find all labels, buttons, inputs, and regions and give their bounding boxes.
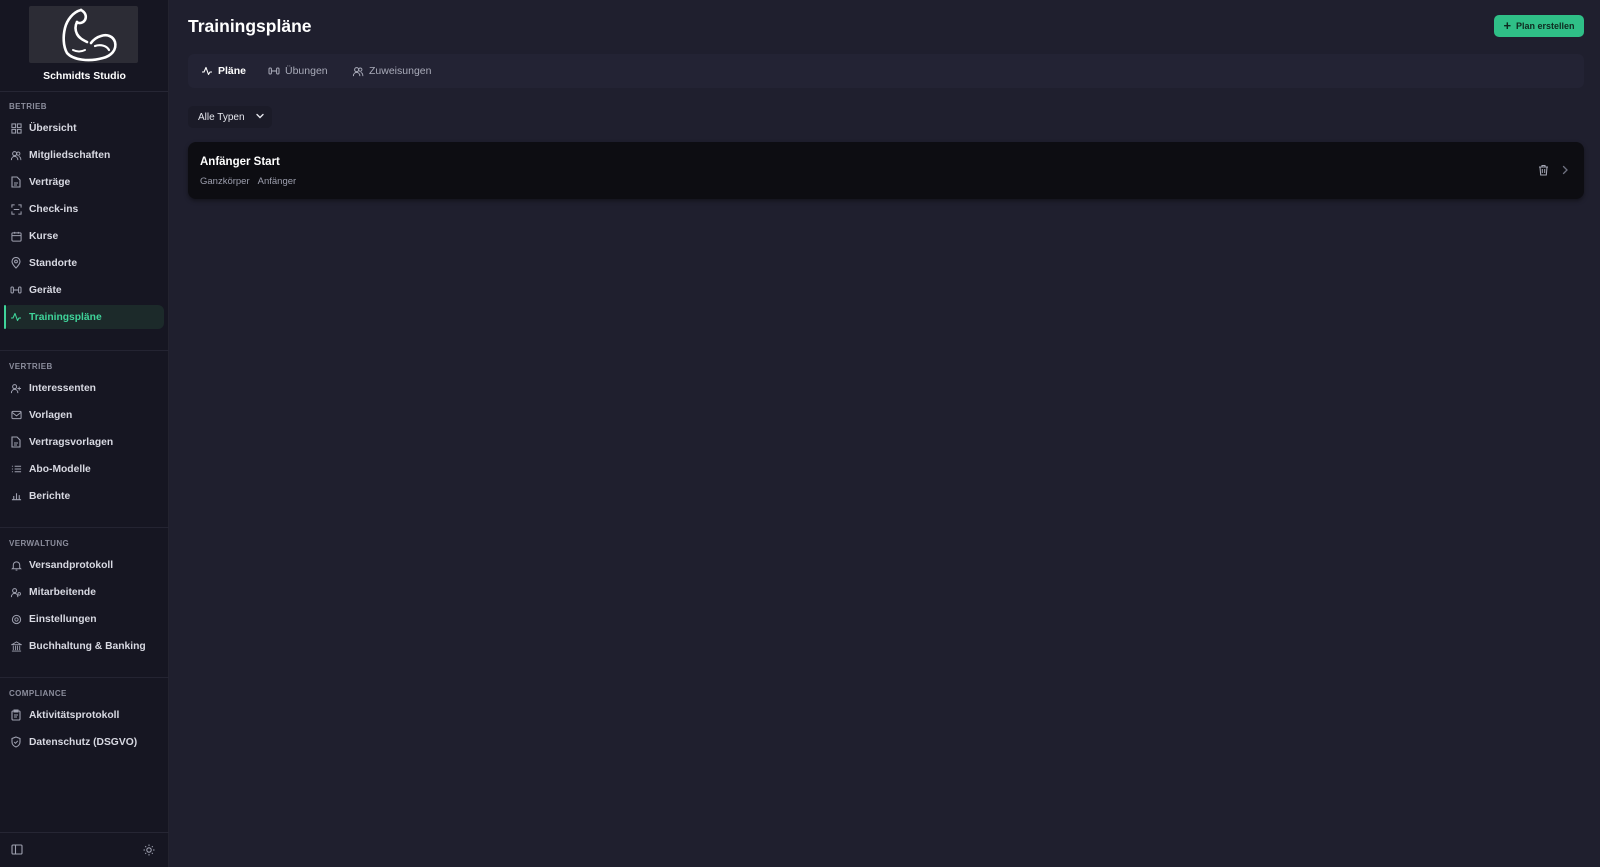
tab-uebungen[interactable]: Übungen — [268, 54, 328, 88]
clipboard-icon — [10, 709, 22, 721]
page-title: Trainingspläne — [188, 16, 312, 36]
user-plus-icon — [10, 382, 22, 394]
plan-tag: Ganzkörper — [200, 176, 250, 187]
brand-logo[interactable] — [29, 6, 138, 63]
flexed-arm-icon — [62, 8, 117, 62]
calendar-icon — [10, 230, 22, 242]
section-label-verwaltung: VERWALTUNG — [9, 539, 70, 548]
dumbbell-icon — [268, 65, 280, 77]
sidebar-item-trainingsplaene[interactable]: Trainingspläne — [4, 305, 164, 329]
settings-icon — [10, 613, 22, 625]
sidebar-item-label: Mitgliedschaften — [29, 149, 111, 161]
brand-name: Schmidts Studio — [43, 70, 126, 82]
create-plan-button[interactable]: + Plan erstellen — [1494, 15, 1584, 37]
activity-icon — [10, 311, 22, 323]
bar-chart-icon — [10, 490, 22, 502]
tab-label: Pläne — [218, 65, 247, 77]
tab-label: Übungen — [285, 65, 328, 77]
grid-icon — [10, 122, 22, 134]
sidebar-item-label: Buchhaltung & Banking — [29, 640, 146, 652]
sidebar-item-label: Berichte — [29, 490, 71, 502]
file-icon — [10, 176, 22, 188]
sidebar-item-label: Vertragsvorlagen — [29, 436, 114, 448]
sidebar-toggle-icon[interactable] — [11, 844, 23, 856]
scan-icon — [10, 203, 22, 215]
section-label-compliance: COMPLIANCE — [9, 689, 67, 698]
plan-tags: Ganzkörper Anfänger — [200, 176, 296, 187]
dumbbell-icon — [10, 284, 22, 296]
map-pin-icon — [10, 257, 22, 269]
sidebar-item-label: Kurse — [29, 230, 59, 242]
sidebar-item-mitarbeitende[interactable]: Mitarbeitende — [4, 580, 164, 604]
sidebar-item-label: Vorlagen — [29, 409, 73, 421]
sidebar-divider — [0, 527, 169, 528]
chevron-right-icon[interactable] — [1560, 164, 1572, 176]
sidebar-item-label: Trainingspläne — [29, 311, 102, 323]
sidebar-item-label: Geräte — [29, 284, 62, 296]
sidebar-item-einstellungen[interactable]: Einstellungen — [4, 607, 164, 631]
sidebar-item-label: Datenschutz (DSGVO) — [29, 736, 138, 748]
sidebar-item-label: Check-ins — [29, 203, 79, 215]
sidebar-item-label: Aktivitätsprotokoll — [29, 709, 120, 721]
sidebar-item-geraete[interactable]: Geräte — [4, 278, 164, 302]
sun-icon[interactable] — [143, 844, 155, 856]
list-icon — [10, 463, 22, 475]
plus-icon: + — [1503, 18, 1512, 33]
sidebar-item-berichte[interactable]: Berichte — [4, 484, 164, 508]
trash-icon[interactable] — [1538, 164, 1550, 176]
type-filter-select[interactable]: Alle Typen — [188, 106, 272, 128]
file-icon — [10, 436, 22, 448]
brand: Schmidts Studio — [0, 0, 168, 92]
tab-label: Zuweisungen — [369, 65, 432, 77]
main-content: Trainingspläne + Plan erstellen Pläne Üb… — [169, 0, 1600, 867]
sidebar-item-aktivitaetsprotokoll[interactable]: Aktivitätsprotokoll — [4, 703, 164, 727]
tab-plaene[interactable]: Pläne — [201, 54, 246, 88]
sidebar-item-standorte[interactable]: Standorte — [4, 251, 164, 275]
plan-tag: Anfänger — [257, 176, 297, 187]
users-icon — [10, 149, 22, 161]
sidebar-divider — [0, 350, 169, 351]
tab-zuweisungen[interactable]: Zuweisungen — [352, 54, 431, 88]
sidebar-item-label: Übersicht — [29, 122, 77, 134]
plan-name: Anfänger Start — [200, 156, 280, 168]
plan-card[interactable]: Anfänger Start Ganzkörper Anfänger — [188, 142, 1584, 199]
section-label-vertrieb: VERTRIEB — [9, 362, 53, 371]
sidebar-item-kurse[interactable]: Kurse — [4, 224, 164, 248]
tab-bar: Pläne Übungen Zuweisungen — [188, 54, 1584, 88]
mail-icon — [10, 409, 22, 421]
sidebar-item-versandprotokoll[interactable]: Versandprotokoll — [4, 553, 164, 577]
sidebar-item-abo-modelle[interactable]: Abo-Modelle — [4, 457, 164, 481]
sidebar-item-label: Versandprotokoll — [29, 559, 114, 571]
sidebar-item-label: Verträge — [29, 176, 71, 188]
create-plan-label: Plan erstellen — [1516, 21, 1575, 31]
sidebar-item-check-ins[interactable]: Check-ins — [4, 197, 164, 221]
sidebar-item-mitgliedschaften[interactable]: Mitgliedschaften — [4, 143, 164, 167]
sidebar-item-uebersicht[interactable]: Übersicht — [4, 116, 164, 140]
bank-icon — [10, 640, 22, 652]
users-icon — [352, 65, 364, 77]
sidebar-item-label: Interessenten — [29, 382, 96, 394]
sidebar-item-interessenten[interactable]: Interessenten — [4, 376, 164, 400]
sidebar-item-datenschutz[interactable]: Datenschutz (DSGVO) — [4, 730, 164, 754]
type-filter-value: Alle Typen — [198, 111, 245, 123]
active-indicator — [4, 305, 6, 329]
sidebar-footer — [0, 832, 169, 867]
sidebar-item-buchhaltung[interactable]: Buchhaltung & Banking — [4, 634, 164, 658]
sidebar-item-label: Mitarbeitende — [29, 586, 96, 598]
sidebar-divider — [0, 677, 169, 678]
sidebar-item-vorlagen[interactable]: Vorlagen — [4, 403, 164, 427]
sidebar-item-label: Einstellungen — [29, 613, 97, 625]
sidebar-item-vertragsvorlagen[interactable]: Vertragsvorlagen — [4, 430, 164, 454]
section-label-betrieb: BETRIEB — [9, 102, 47, 111]
sidebar-item-vertraege[interactable]: Verträge — [4, 170, 164, 194]
sidebar-item-label: Standorte — [29, 257, 78, 269]
sidebar-item-label: Abo-Modelle — [29, 463, 91, 475]
sidebar: Schmidts Studio BETRIEB Übersicht Mitgli… — [0, 0, 169, 867]
chevron-down-icon — [255, 111, 265, 121]
bell-icon — [10, 559, 22, 571]
user-cog-icon — [10, 586, 22, 598]
activity-icon — [201, 65, 213, 77]
shield-icon — [10, 736, 22, 748]
